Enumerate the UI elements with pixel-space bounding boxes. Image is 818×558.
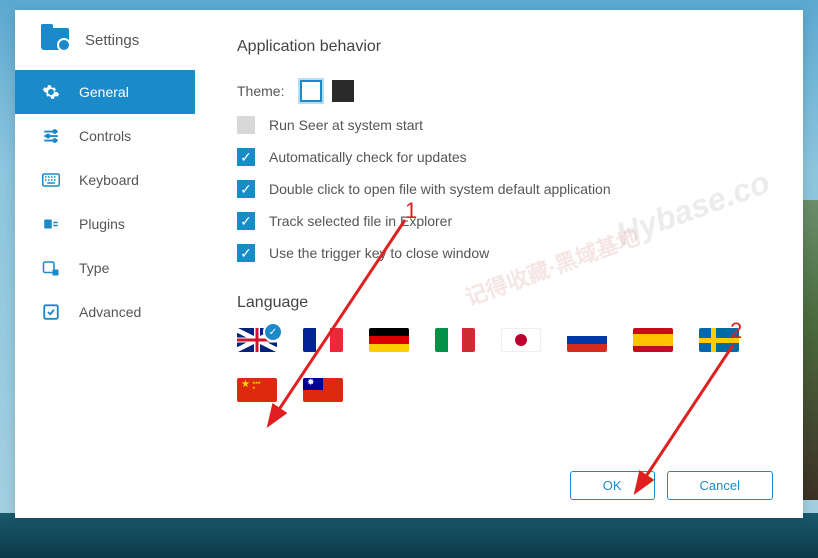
flag-es[interactable] <box>633 328 673 352</box>
content-pane: Application behavior Theme: Run Seer at … <box>195 10 803 518</box>
checkbox-row: ✓ Double click to open file with system … <box>237 180 773 198</box>
sidebar-item-label: Controls <box>79 128 131 144</box>
checkbox-double-click[interactable]: ✓ <box>237 180 255 198</box>
gear-icon <box>41 82 61 102</box>
checkbox-track-explorer[interactable]: ✓ <box>237 212 255 230</box>
sidebar-item-label: Keyboard <box>79 172 139 188</box>
flag-uk[interactable] <box>237 328 277 352</box>
sidebar-item-label: Plugins <box>79 216 125 232</box>
sidebar-item-type[interactable]: Type <box>15 246 195 290</box>
checkbox-trigger-close[interactable]: ✓ <box>237 244 255 262</box>
checkbox-label: Double click to open file with system de… <box>269 181 611 197</box>
checkbox-row: ✓ Automatically check for updates <box>237 148 773 166</box>
flag-se[interactable] <box>699 328 739 352</box>
checkbox-label: Run Seer at system start <box>269 117 423 133</box>
language-label: Language <box>237 294 773 312</box>
theme-label: Theme: <box>237 83 284 99</box>
section-title: Application behavior <box>237 38 773 56</box>
type-icon <box>41 258 61 278</box>
checkbox-label: Automatically check for updates <box>269 149 467 165</box>
checkbox-label: Use the trigger key to close window <box>269 245 489 261</box>
watermark-hybase: Hybase.co <box>611 164 774 254</box>
plugin-icon <box>41 214 61 234</box>
checkbox-run-at-start[interactable] <box>237 116 255 134</box>
theme-light-swatch[interactable] <box>300 80 322 102</box>
flag-fr[interactable] <box>303 328 343 352</box>
sidebar-item-label: Type <box>79 260 109 276</box>
checkbox-label: Track selected file in Explorer <box>269 213 452 229</box>
sidebar-item-keyboard[interactable]: Keyboard <box>15 158 195 202</box>
checkbox-row: Run Seer at system start <box>237 116 773 134</box>
sidebar-item-label: Advanced <box>79 304 141 320</box>
flag-ru[interactable] <box>567 328 607 352</box>
background-ocean <box>0 513 818 558</box>
folder-icon <box>41 28 69 52</box>
flag-jp[interactable] <box>501 328 541 352</box>
flag-tw[interactable] <box>303 378 343 402</box>
sidebar-item-general[interactable]: General <box>15 70 195 114</box>
sliders-icon <box>41 126 61 146</box>
sidebar: Settings General Controls Keyboard Plugi <box>15 10 195 518</box>
checkmark-box-icon <box>41 302 61 322</box>
theme-row: Theme: <box>237 80 773 102</box>
flag-row <box>237 328 773 402</box>
checkbox-auto-update[interactable]: ✓ <box>237 148 255 166</box>
cancel-button[interactable]: Cancel <box>667 471 773 500</box>
checkbox-row: ✓ Track selected file in Explorer <box>237 212 773 230</box>
sidebar-header: Settings <box>15 28 195 70</box>
button-row: OK Cancel <box>237 471 773 500</box>
sidebar-item-controls[interactable]: Controls <box>15 114 195 158</box>
keyboard-icon <box>41 170 61 190</box>
settings-dialog: Settings General Controls Keyboard Plugi <box>15 10 803 518</box>
flag-cn[interactable] <box>237 378 277 402</box>
flag-de[interactable] <box>369 328 409 352</box>
sidebar-item-plugins[interactable]: Plugins <box>15 202 195 246</box>
ok-button[interactable]: OK <box>570 471 655 500</box>
checkbox-row: ✓ Use the trigger key to close window <box>237 244 773 262</box>
theme-dark-swatch[interactable] <box>332 80 354 102</box>
sidebar-item-advanced[interactable]: Advanced <box>15 290 195 334</box>
sidebar-item-label: General <box>79 84 129 100</box>
flag-it[interactable] <box>435 328 475 352</box>
sidebar-title: Settings <box>85 32 139 49</box>
